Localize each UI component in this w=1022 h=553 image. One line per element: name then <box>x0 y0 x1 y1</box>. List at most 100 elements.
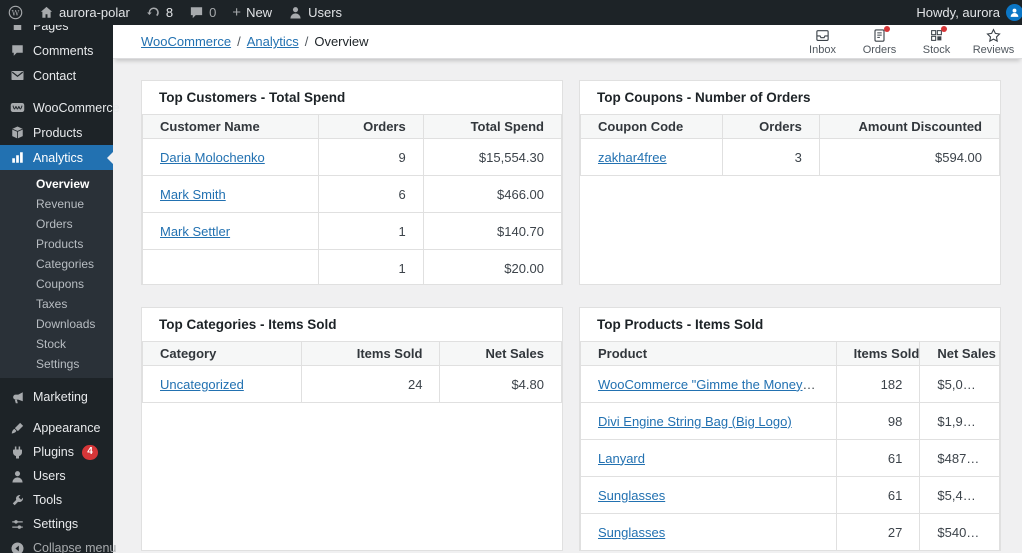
column-header: Net Sales <box>439 341 562 366</box>
megaphone-icon <box>10 390 25 405</box>
admin-bar-right: Howdy, aurora <box>916 0 1022 25</box>
sidebar-item-label: Collapse menu <box>33 541 117 553</box>
sidebar-item-products[interactable]: Products <box>0 120 113 145</box>
unread-dot <box>941 25 947 32</box>
table-cell-link[interactable]: Mark Smith <box>160 187 226 202</box>
sidebar-item-appearance[interactable]: Appearance <box>0 416 113 440</box>
table-cell-link[interactable]: zakhar4free <box>598 150 667 165</box>
table-cell-link[interactable]: Sunglasses <box>598 525 665 540</box>
submenu-item-orders[interactable]: Orders <box>0 214 113 234</box>
table-cell: Divi Engine String Bag (Big Logo) <box>580 402 837 440</box>
sidebar-item-woocommerce[interactable]: WooCommerce <box>0 95 120 120</box>
table-row: Divi Engine String Bag (Big Logo) 98 $1,95… <box>580 402 1000 440</box>
activity-button-orders[interactable]: Orders <box>851 25 908 58</box>
column-header: Items Sold <box>835 341 921 366</box>
breadcrumb: WooCommerce / Analytics / Overview <box>141 34 369 49</box>
table-cell-link[interactable]: Uncategorized <box>160 377 244 392</box>
sidebar-item-settings[interactable]: Settings <box>0 512 113 536</box>
activity-button-stock[interactable]: Stock <box>908 25 965 58</box>
table-cell: $1,959.02 <box>919 402 1000 440</box>
leaderboard-table: Customer Name Orders Total Spend Daria Molo… <box>142 114 562 284</box>
plus-icon: + <box>232 4 242 21</box>
table-cell: $4.80 <box>439 365 562 403</box>
column-header: Orders <box>317 114 424 139</box>
submenu-item-taxes[interactable]: Taxes <box>0 294 113 314</box>
activity-label: Stock <box>922 43 951 56</box>
submenu-item-categories[interactable]: Categories <box>0 254 113 274</box>
column-header: Product <box>580 341 837 366</box>
table-row: Mark Smith 6 $466.00 <box>142 175 562 213</box>
breadcrumb-separator: / <box>237 34 241 49</box>
activity-label: Inbox <box>809 43 836 56</box>
activity-button-inbox[interactable]: Inbox <box>794 25 851 58</box>
leaderboard-table: Category Items Sold Net Sales Uncategorized… <box>142 341 562 403</box>
new-content-menu[interactable]: + New <box>224 0 280 25</box>
wrench-icon <box>10 493 25 508</box>
sidebar-item-users[interactable]: Users <box>0 464 113 488</box>
plugin-icon <box>10 445 25 460</box>
table-cell: $20.00 <box>422 249 562 284</box>
table-cell: $5,094.18 <box>919 365 1000 403</box>
wordpress-logo-icon: W <box>8 5 23 20</box>
plugins-update-badge: 4 <box>82 444 98 460</box>
sidebar-item-tools[interactable]: Tools <box>0 488 113 512</box>
table-cell-link[interactable]: Daria Molochenko <box>160 150 265 165</box>
wordpress-logo-menu[interactable]: W <box>0 0 31 25</box>
comments-icon <box>10 43 25 58</box>
new-label: New <box>246 5 273 20</box>
table-cell-link[interactable]: Divi Engine String Bag (Big Logo) <box>598 414 792 429</box>
sidebar-item-collapse-menu[interactable]: Collapse menu <box>0 536 117 553</box>
woocommerce-header: WooCommerce / Analytics / Overview Inbox Orde… <box>113 25 1022 59</box>
person-icon <box>288 5 303 20</box>
table-cell-link[interactable]: WooCommerce "Gimme the Money" Zipper Hoo… <box>598 377 835 392</box>
admin-bar: W aurora-polar 8 0 + New Users Howdy, au… <box>0 0 1022 25</box>
table-cell: 9 <box>317 138 424 176</box>
comments-menu[interactable]: 0 <box>181 0 224 25</box>
user-avatar[interactable] <box>1006 4 1022 21</box>
submenu-item-coupons[interactable]: Coupons <box>0 274 113 294</box>
activity-panel: Inbox Orders Stock Reviews <box>794 25 1022 58</box>
table-row: Sunglasses 27 $540.00 <box>580 513 1000 550</box>
table-cell-link[interactable]: Sunglasses <box>598 488 665 503</box>
table-cell-link[interactable]: Lanyard <box>598 451 645 466</box>
sidebar-item-contact[interactable]: Contact <box>0 63 113 88</box>
howdy-label[interactable]: Howdy, aurora <box>916 5 1006 20</box>
submenu-item-overview[interactable]: Overview <box>0 174 113 194</box>
submenu-item-downloads[interactable]: Downloads <box>0 314 113 334</box>
table-cell: 61 <box>835 439 921 477</box>
site-name-menu[interactable]: aurora-polar <box>31 0 138 25</box>
column-header: Total Spend <box>422 114 562 139</box>
analytics-submenu: Overview Revenue Orders Products Categories C… <box>0 170 113 378</box>
user-icon <box>10 469 25 484</box>
sidebar-item-label: Contact <box>33 68 77 83</box>
table-cell: 98 <box>835 402 921 440</box>
submenu-item-revenue[interactable]: Revenue <box>0 194 113 214</box>
stock-icon <box>929 25 947 43</box>
submenu-item-settings[interactable]: Settings <box>0 354 113 374</box>
table-row: WooCommerce "Gimme the Money" Zipper Hoo… <box>580 365 1000 403</box>
sidebar-item-label: Users <box>33 469 66 483</box>
sidebar-item-marketing[interactable]: Marketing <box>0 385 113 409</box>
update-count: 8 <box>165 5 174 20</box>
table-header-row: Category Items Sold Net Sales <box>142 341 562 366</box>
activity-button-reviews[interactable]: Reviews <box>965 25 1022 58</box>
users-admin-menu[interactable]: Users <box>280 0 350 25</box>
submenu-item-stock[interactable]: Stock <box>0 334 113 354</box>
table-row: 1 $20.00 <box>142 249 562 284</box>
sidebar-item-plugins[interactable]: Plugins 4 <box>0 440 113 464</box>
updates-menu[interactable]: 8 <box>138 0 181 25</box>
breadcrumb-woocommerce[interactable]: WooCommerce <box>141 34 231 49</box>
table-cell: $540.00 <box>919 513 1000 550</box>
sidebar-item-label: WooCommerce <box>33 100 120 115</box>
submenu-item-products[interactable]: Products <box>0 234 113 254</box>
sidebar-item-analytics[interactable]: Analytics <box>0 145 113 170</box>
sidebar-item-label: Tools <box>33 493 63 507</box>
inbox-icon <box>815 28 830 43</box>
sidebar-item-comments[interactable]: Comments <box>0 38 113 63</box>
analytics-dashboard: Top Customers - Total Spend Customer Nam… <box>113 59 1022 551</box>
sidebar-item-label: Products <box>33 125 83 140</box>
table-cell: 1 <box>317 249 424 284</box>
breadcrumb-analytics[interactable]: Analytics <box>247 34 299 49</box>
collapse-icon <box>10 541 25 553</box>
table-cell-link[interactable]: Mark Settler <box>160 224 230 239</box>
